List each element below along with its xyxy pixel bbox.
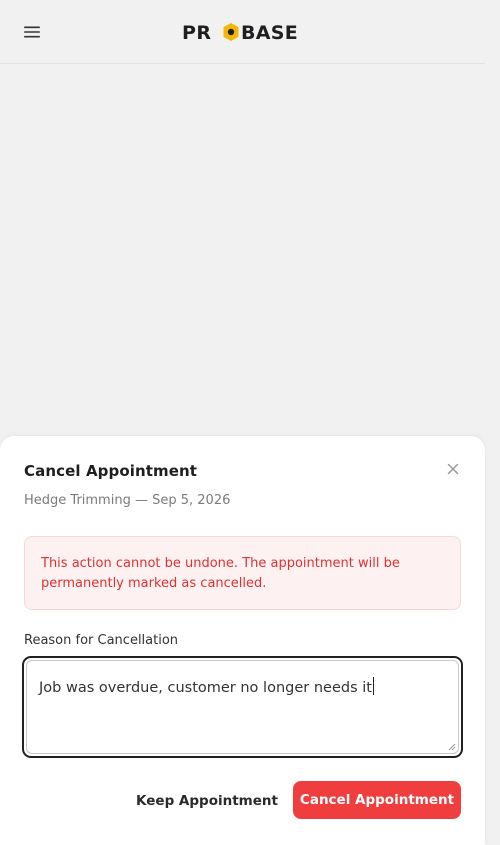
resize-grip-icon[interactable] xyxy=(446,741,456,751)
cancel-appointment-button[interactable]: Cancel Appointment xyxy=(293,781,461,819)
close-button[interactable] xyxy=(444,460,462,478)
appointment-summary: Hedge Trimming — Sep 5, 2026 xyxy=(24,493,230,508)
svg-text:BASE: BASE xyxy=(241,22,298,44)
warning-alert: This action cannot be undone. The appoin… xyxy=(24,536,461,610)
reason-textarea[interactable]: Job was overdue, customer no longer need… xyxy=(26,660,459,754)
hamburger-menu-icon xyxy=(24,26,40,38)
text-caret xyxy=(372,677,374,695)
cancel-appointment-sheet: Cancel Appointment Hedge Trimming — Sep … xyxy=(0,436,485,845)
app-header: PR BASE xyxy=(0,0,485,64)
menu-button[interactable] xyxy=(20,20,44,44)
dialog-title: Cancel Appointment xyxy=(24,462,198,480)
appointment-date: Sep 5, 2026 xyxy=(152,493,231,508)
svg-text:PR: PR xyxy=(182,22,212,44)
probase-logo[interactable]: PR BASE xyxy=(182,20,304,44)
logo-wordmark: PR BASE xyxy=(182,22,298,44)
reason-label: Reason for Cancellation xyxy=(24,633,179,648)
service-name: Hedge Trimming xyxy=(24,493,131,508)
reason-textarea-value: Job was overdue, customer no longer need… xyxy=(39,680,372,696)
reason-textarea-focus-ring: Job was overdue, customer no longer need… xyxy=(22,656,463,758)
close-icon xyxy=(447,463,459,475)
keep-appointment-button[interactable]: Keep Appointment xyxy=(130,782,284,820)
warning-text: This action cannot be undone. The appoin… xyxy=(41,556,400,591)
summary-separator: — xyxy=(134,493,148,508)
